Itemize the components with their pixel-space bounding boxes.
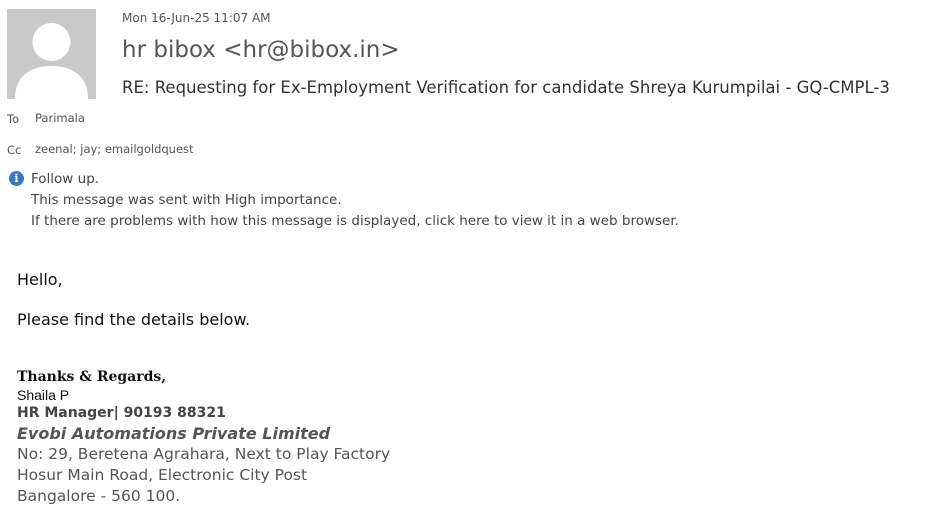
cc-label: Cc bbox=[7, 143, 22, 157]
to-recipients[interactable]: Parimala bbox=[35, 111, 85, 125]
view-in-browser-link[interactable]: If there are problems with how this mess… bbox=[31, 213, 679, 229]
signature-address-line-3: Bangalore - 560 100. bbox=[17, 487, 181, 505]
message-date: Mon 16-Jun-25 11:07 AM bbox=[122, 11, 271, 25]
info-icon: i bbox=[9, 171, 24, 186]
signature-company: Evobi Automations Private Limited bbox=[17, 424, 331, 443]
signature-title: HR Manager| 90193 88321 bbox=[17, 405, 226, 421]
signature-address-line-1: No: 29, Beretena Agrahara, Next to Play … bbox=[17, 445, 391, 463]
signature-closing: Thanks & Regards, bbox=[17, 369, 167, 385]
signature-address-line-2: Hosur Main Road, Electronic City Post bbox=[17, 466, 308, 484]
importance-notice: This message was sent with High importan… bbox=[31, 192, 342, 208]
body-text: Please find the details below. bbox=[17, 310, 251, 329]
message-subject: RE: Requesting for Ex-Employment Verific… bbox=[122, 78, 890, 97]
greeting-text: Hello, bbox=[17, 270, 63, 289]
cc-recipients[interactable]: zeenal; jay; emailgoldquest bbox=[35, 142, 194, 156]
person-icon bbox=[15, 23, 88, 99]
signature-name: Shaila P bbox=[17, 387, 70, 403]
sender-name[interactable]: hr bibox <hr@bibox.in> bbox=[122, 37, 400, 63]
follow-up-flag: Follow up. bbox=[31, 171, 100, 187]
sender-avatar bbox=[7, 9, 96, 99]
to-label: To bbox=[7, 112, 20, 126]
